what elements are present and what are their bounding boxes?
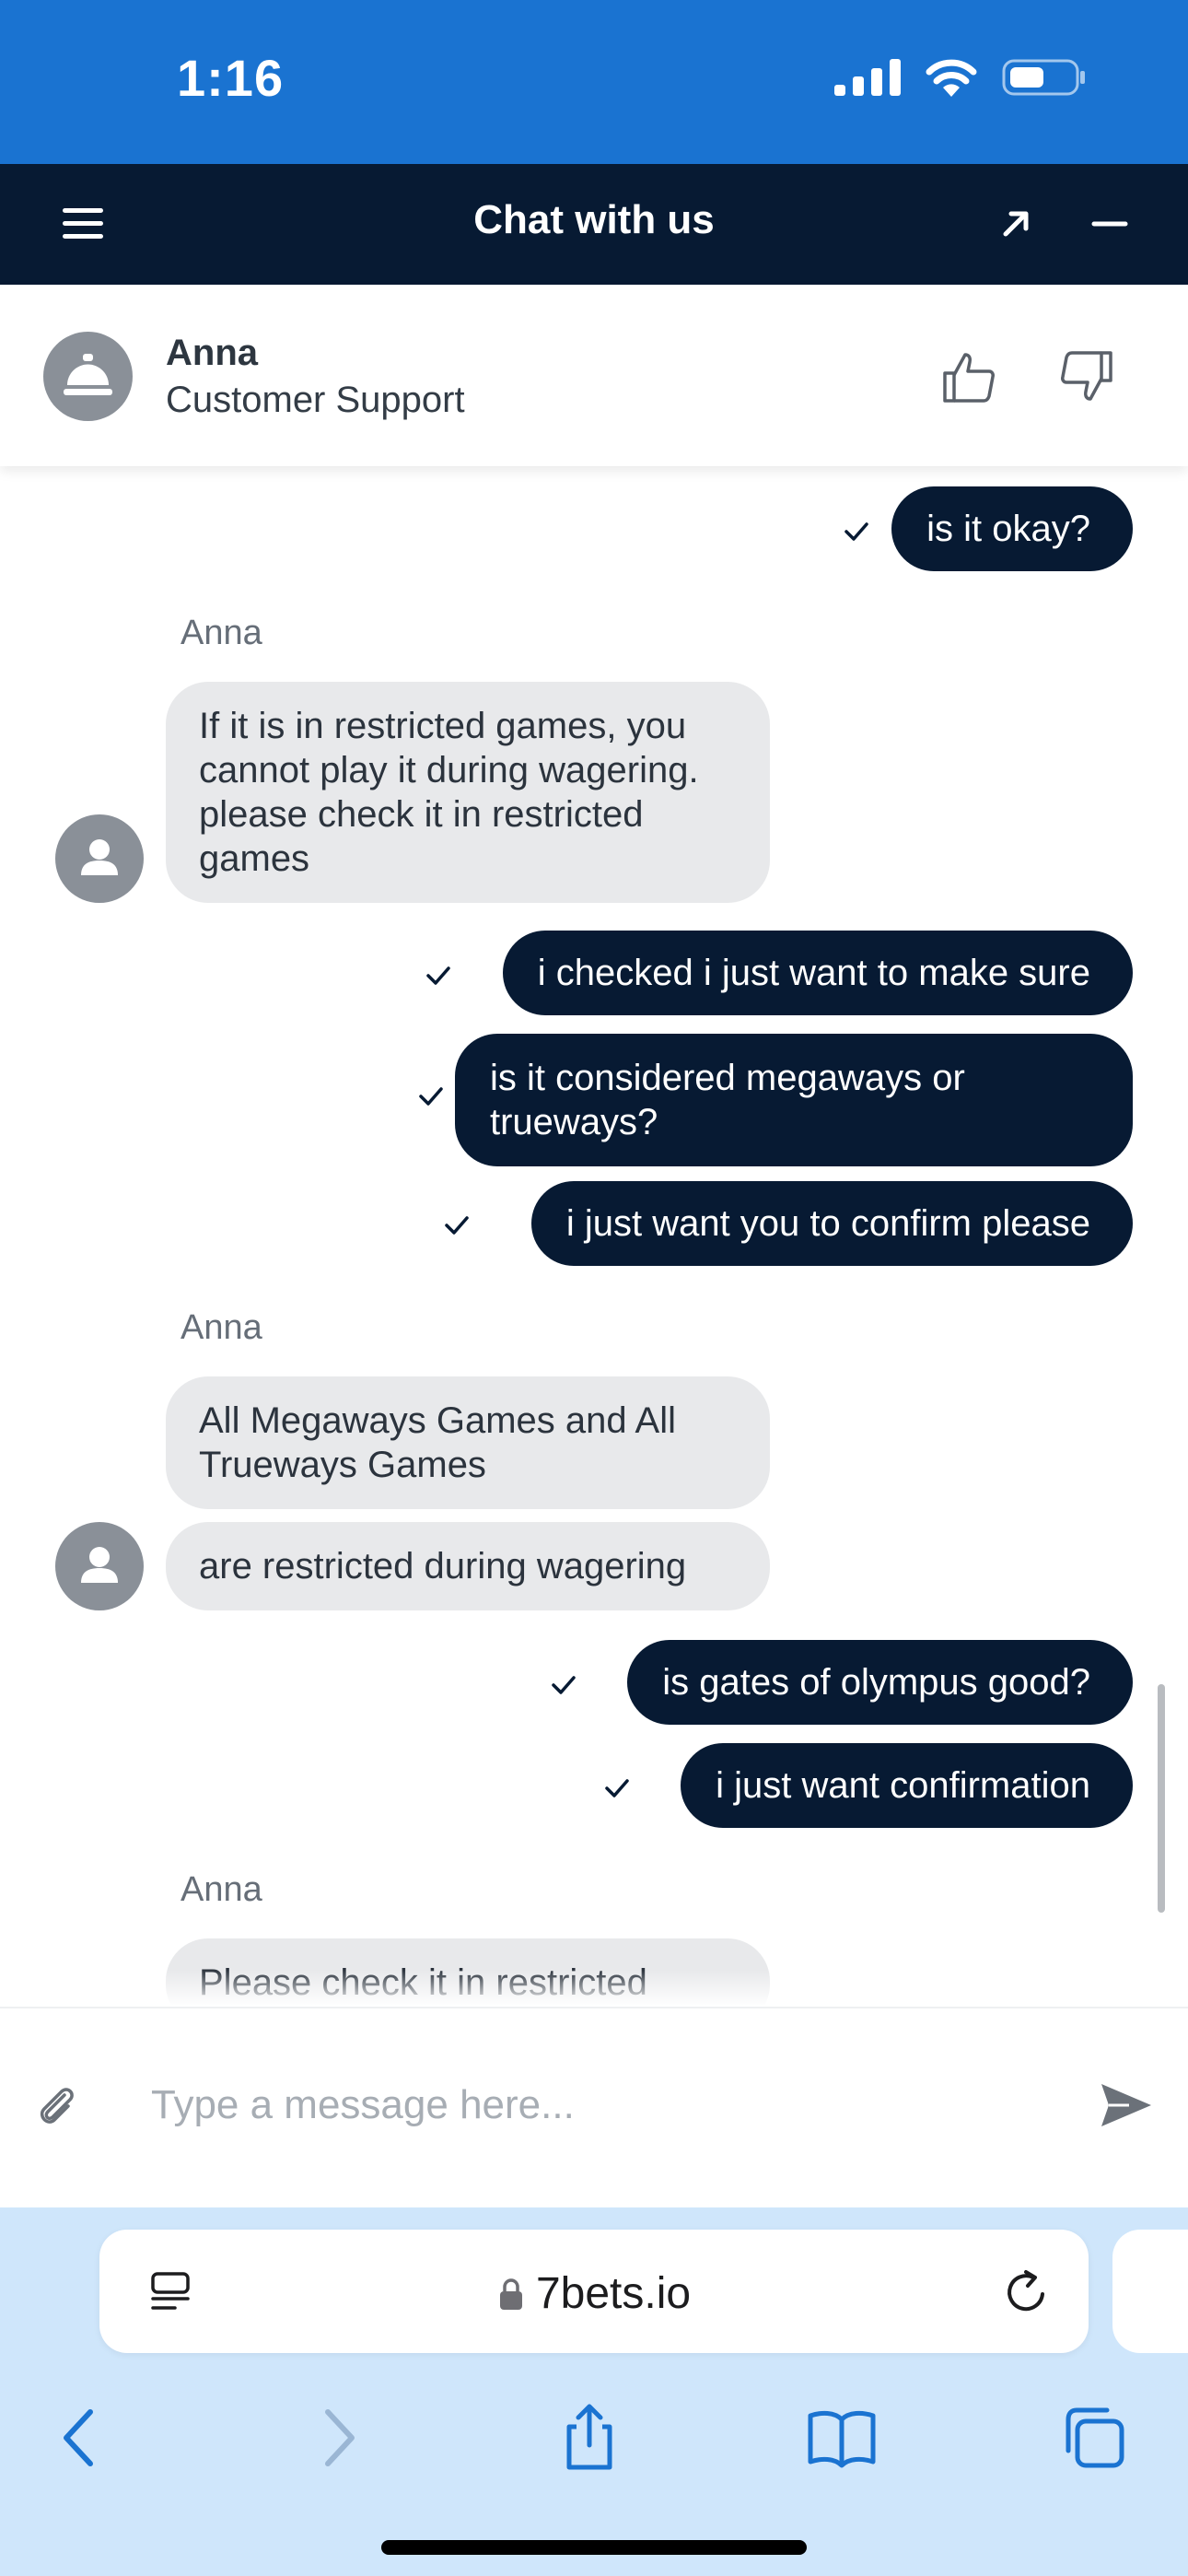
message-sender: Anna xyxy=(181,1870,262,1909)
outgoing-message: is it considered megaways or trueways? xyxy=(455,1034,1133,1166)
agent-bar: Anna Customer Support xyxy=(0,285,1188,466)
user-icon xyxy=(81,1547,118,1583)
agent-name: Anna xyxy=(166,333,258,373)
outgoing-message: is gates of olympus good? xyxy=(627,1640,1133,1725)
forward-icon[interactable] xyxy=(302,2401,376,2475)
agent-message-avatar xyxy=(55,1522,144,1610)
status-icons xyxy=(834,57,1087,98)
back-icon[interactable] xyxy=(42,2401,116,2475)
paperclip-icon[interactable] xyxy=(33,2078,81,2130)
check-icon xyxy=(419,1087,443,1106)
check-icon xyxy=(445,1216,469,1235)
status-bar: 1:16 xyxy=(0,0,1188,164)
share-icon[interactable] xyxy=(553,2401,626,2475)
message-list[interactable]: is it okay? Anna If it is in restricted … xyxy=(0,466,1188,2007)
composer xyxy=(0,2007,1188,2207)
agent-message-avatar xyxy=(55,814,144,903)
concierge-bell-icon xyxy=(64,354,112,395)
send-icon[interactable] xyxy=(1098,2077,1155,2134)
bookmarks-icon[interactable] xyxy=(805,2401,879,2475)
user-icon xyxy=(81,839,118,875)
outgoing-message: i just want you to confirm please xyxy=(530,1181,1133,1266)
lock-icon xyxy=(499,2278,522,2310)
wifi-icon xyxy=(926,59,977,97)
battery-icon xyxy=(1002,59,1085,96)
incoming-message: All Megaways Games and All Trueways Game… xyxy=(166,1376,770,1509)
check-icon xyxy=(552,1676,576,1694)
incoming-message: are restricted during wagering xyxy=(166,1522,770,1610)
outgoing-message: i just want confirmation xyxy=(681,1743,1133,1828)
home-indicator[interactable] xyxy=(381,2540,807,2555)
next-tab-preview[interactable] xyxy=(1112,2230,1188,2353)
signal-icon xyxy=(834,59,901,96)
incoming-message: If it is in restricted games, you cannot… xyxy=(166,682,770,903)
message-sender: Anna xyxy=(181,1308,262,1347)
url-display[interactable]: 7bets.io xyxy=(99,2268,1089,2319)
message-fade xyxy=(0,1970,1188,2007)
outgoing-message: is it okay? xyxy=(891,486,1133,571)
status-time: 1:16 xyxy=(177,49,285,107)
reload-icon[interactable] xyxy=(1000,2266,1052,2318)
chat-header: Chat with us xyxy=(0,164,1188,285)
scrollbar[interactable] xyxy=(1158,1684,1165,1913)
thumbs-up-icon[interactable] xyxy=(939,347,998,406)
expand-icon[interactable] xyxy=(993,201,1039,247)
thumbs-down-icon[interactable] xyxy=(1057,347,1116,406)
tabs-icon[interactable] xyxy=(1057,2401,1131,2475)
address-bar[interactable]: 7bets.io xyxy=(99,2230,1089,2353)
url-text: 7bets.io xyxy=(535,2269,692,2318)
message-input[interactable] xyxy=(151,2075,1063,2136)
browser-nav xyxy=(0,2383,1188,2484)
message-sender: Anna xyxy=(181,614,262,652)
check-icon xyxy=(605,1779,629,1797)
agent-avatar xyxy=(43,332,133,421)
agent-role: Customer Support xyxy=(166,380,465,420)
minimize-icon[interactable] xyxy=(1087,201,1133,247)
check-icon xyxy=(426,966,450,985)
browser-toolbar: 7bets.io xyxy=(0,2207,1188,2576)
outgoing-message: i checked i just want to make sure xyxy=(502,931,1133,1015)
check-icon xyxy=(844,522,868,541)
